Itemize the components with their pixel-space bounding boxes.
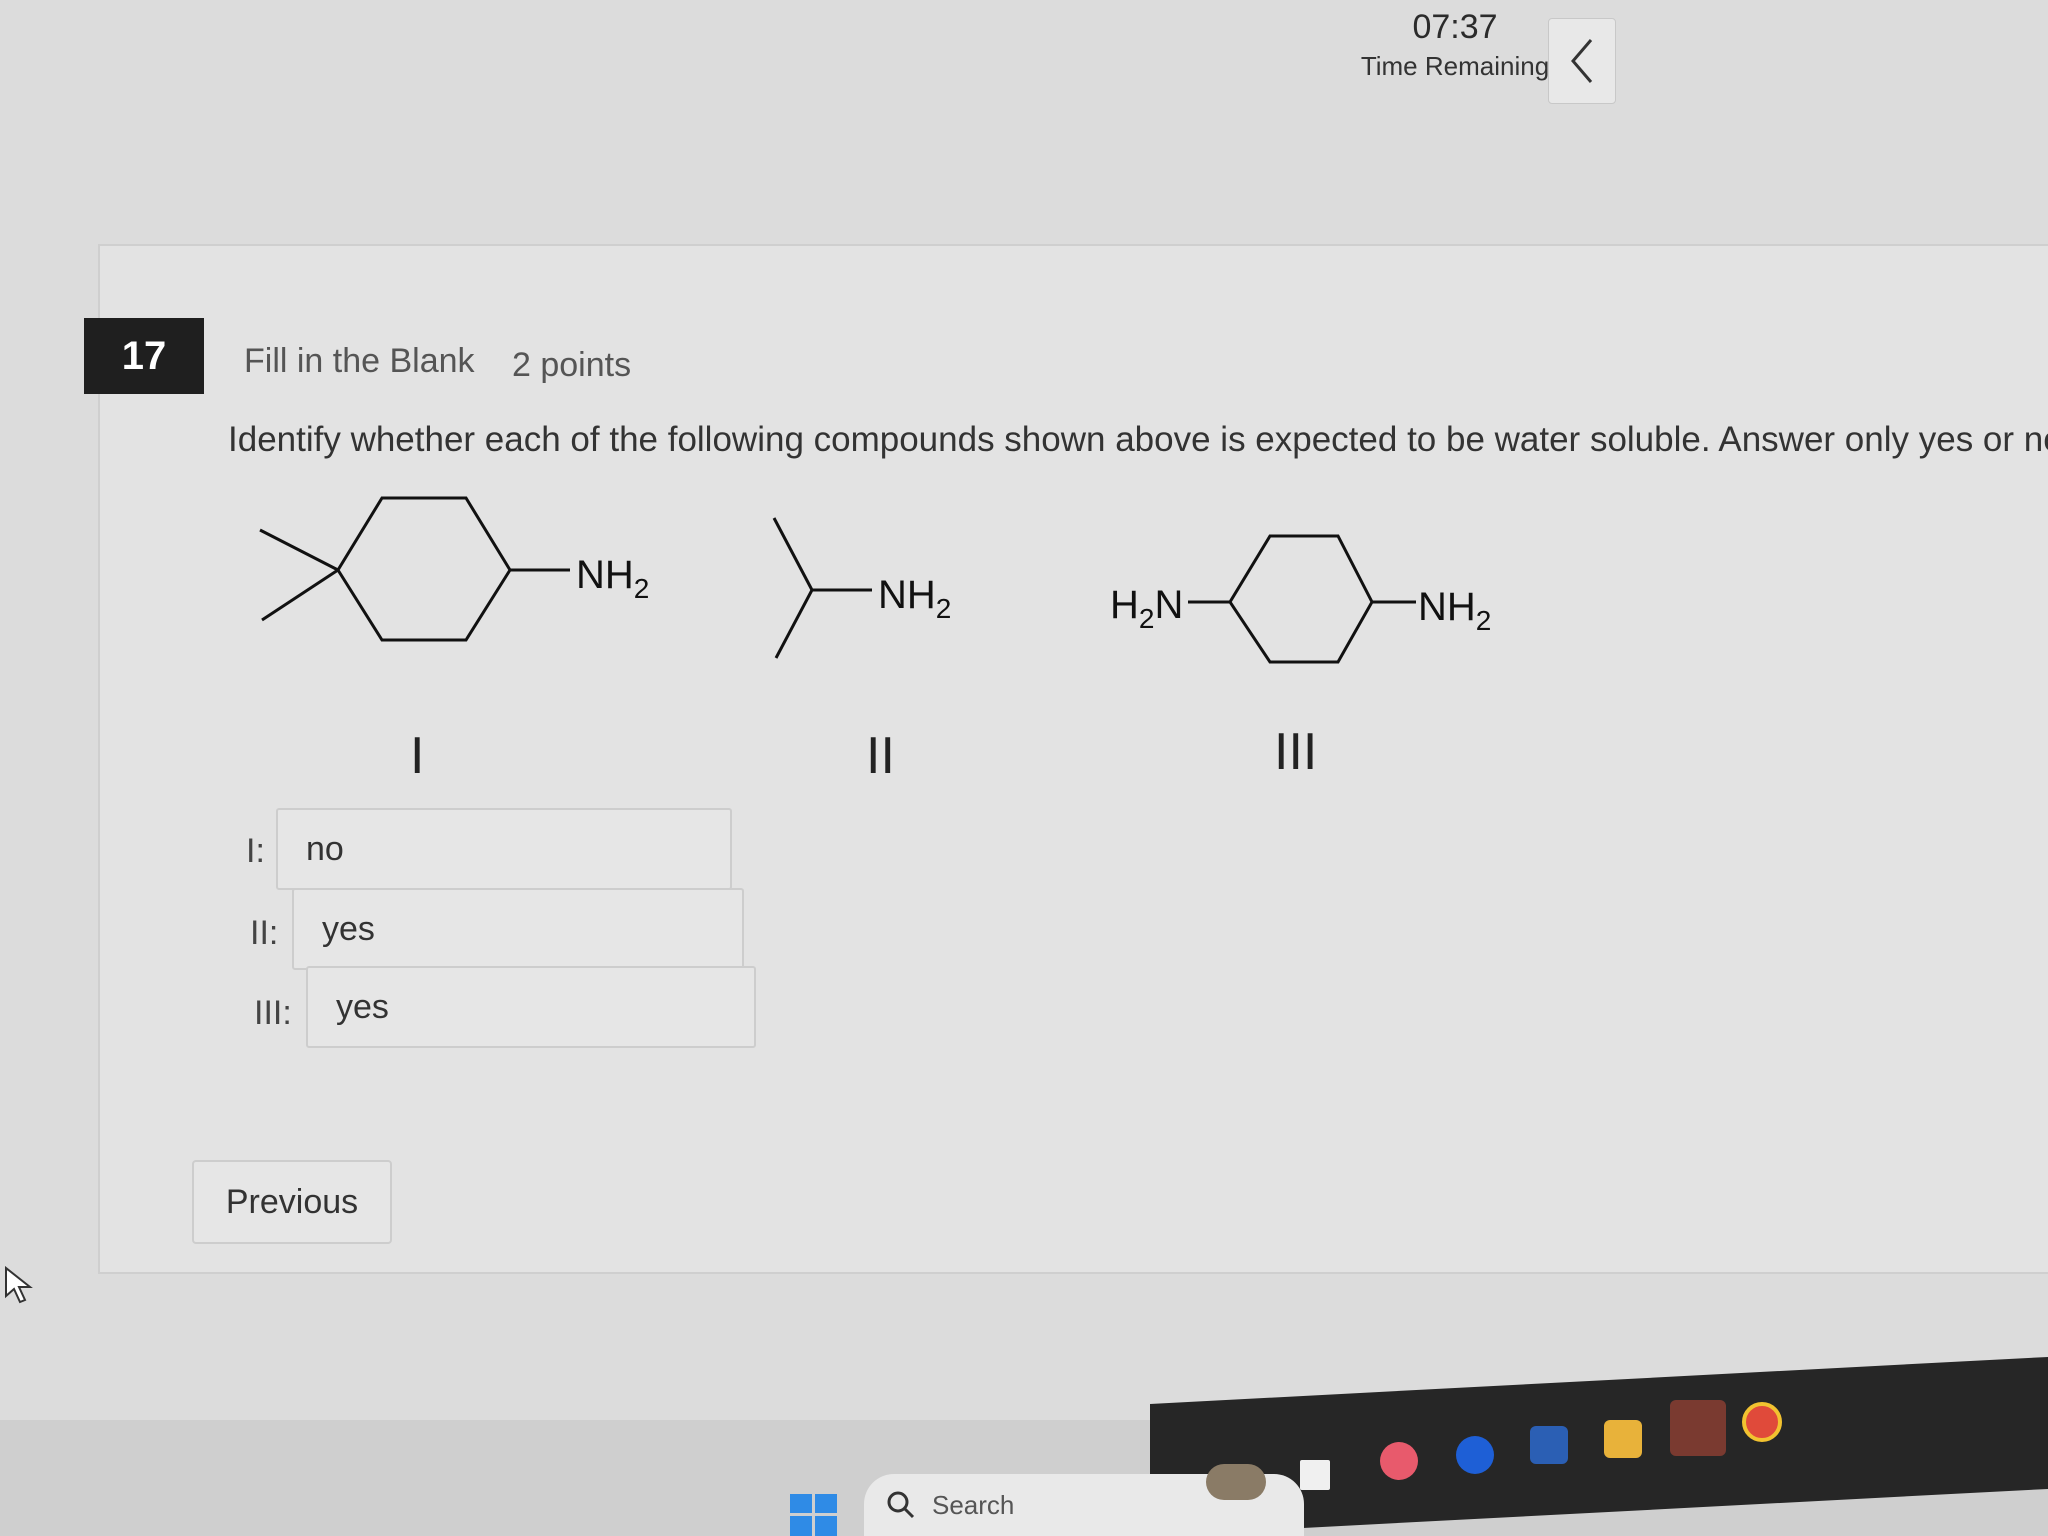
answer-input-2[interactable]: yes bbox=[292, 888, 744, 970]
answer-label-2: II: bbox=[250, 914, 279, 952]
compound-2-structure bbox=[772, 517, 872, 659]
compound-3-right-amine-label: NH2 bbox=[1418, 585, 1491, 636]
compound-3-structure bbox=[1188, 534, 1416, 664]
compound-1-structure bbox=[259, 496, 570, 642]
answer-input-1[interactable]: no bbox=[276, 808, 732, 890]
compound-label-1: I bbox=[410, 727, 425, 785]
answer-label-1: I: bbox=[246, 832, 265, 870]
question-card bbox=[98, 244, 2048, 1274]
search-icon bbox=[887, 1491, 915, 1519]
copilot-icon[interactable] bbox=[1380, 1442, 1418, 1480]
question-points: 2 points bbox=[512, 346, 632, 384]
timer: 07:37 Time Remaining bbox=[1360, 8, 1550, 82]
compound-label-3: III bbox=[1274, 723, 1318, 781]
compound-2-amine-label: NH2 bbox=[878, 573, 951, 624]
answer-input-3[interactable]: yes bbox=[306, 966, 756, 1048]
collapse-button[interactable] bbox=[1548, 18, 1616, 104]
chrome-icon[interactable] bbox=[1742, 1402, 1782, 1442]
question-number: 17 bbox=[84, 318, 204, 394]
widgets-icon[interactable] bbox=[1206, 1464, 1266, 1500]
time-remaining-value: 07:37 bbox=[1412, 8, 1498, 46]
taskbar-search-label: Search bbox=[932, 1489, 1015, 1520]
question-text: Identify whether each of the following c… bbox=[228, 420, 2048, 459]
windows-start-icon[interactable] bbox=[790, 1494, 838, 1536]
mouse-cursor-icon bbox=[5, 1266, 33, 1304]
time-remaining-label: Time Remaining bbox=[1360, 51, 1550, 81]
answer-label-3: III: bbox=[254, 994, 292, 1032]
compound-1-amine-label: NH2 bbox=[576, 553, 649, 604]
chemical-structures: NH2 NH2 H2N NH2 bbox=[259, 496, 1491, 664]
previous-button[interactable]: Previous bbox=[192, 1160, 392, 1244]
active-app-icon[interactable] bbox=[1670, 1400, 1726, 1456]
chevron-left-icon bbox=[1571, 39, 1593, 83]
task-view-icon[interactable] bbox=[1300, 1460, 1330, 1490]
compound-label-2: II bbox=[866, 727, 895, 785]
app-icon[interactable] bbox=[1456, 1436, 1494, 1474]
compound-3-left-amine-label: H2N bbox=[1110, 583, 1183, 634]
file-explorer-icon[interactable] bbox=[1604, 1420, 1642, 1458]
question-type: Fill in the Blank bbox=[244, 342, 475, 380]
word-icon[interactable] bbox=[1530, 1426, 1568, 1464]
